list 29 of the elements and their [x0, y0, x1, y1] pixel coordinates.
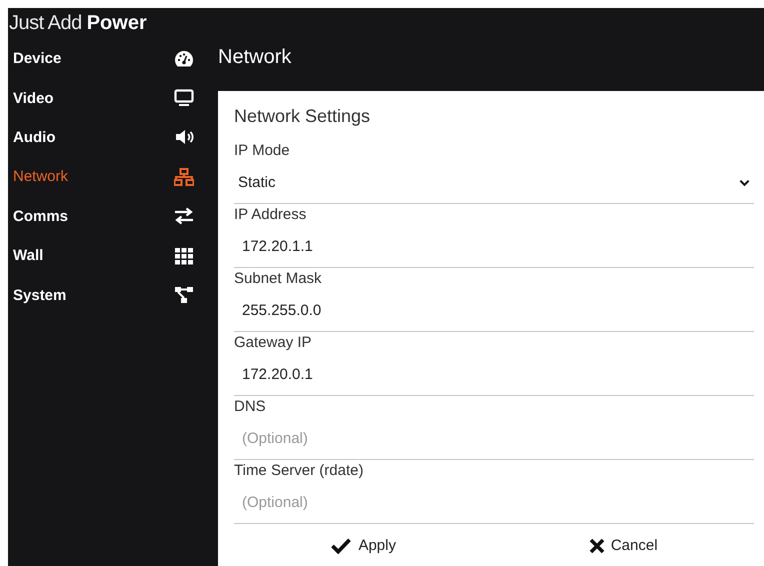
sidebar-item[interactable]: Device: [8, 39, 218, 78]
field-label: Gateway IP: [234, 333, 312, 353]
speaker-icon: [174, 128, 194, 146]
page-title: Network: [218, 45, 292, 70]
close-icon: [588, 538, 605, 554]
sidebar-item[interactable]: Audio: [8, 118, 218, 158]
checkmark-icon: [330, 537, 352, 554]
sidebar-item[interactable]: Network: [8, 157, 218, 197]
cancel-button[interactable]: Cancel: [574, 527, 672, 564]
brand-bold-text: Power: [86, 12, 147, 35]
grid-icon: [174, 246, 194, 265]
sidebar-item[interactable]: Video: [8, 78, 218, 118]
field-label: IP Address: [234, 205, 306, 225]
field-label: IP Mode: [234, 141, 290, 161]
field-label: DNS: [234, 397, 266, 417]
sidebar-item[interactable]: Wall: [8, 236, 218, 276]
sidebar-item[interactable]: Comms: [8, 196, 218, 236]
sitemap-icon: [174, 286, 194, 304]
gauge-icon: [174, 50, 194, 68]
field-label: Subnet Mask: [234, 269, 322, 289]
sidebar-item[interactable]: System: [8, 275, 218, 315]
monitor-icon: [174, 89, 194, 108]
field-label: Time Server (rdate): [234, 461, 364, 481]
swap-arrows-icon: [174, 207, 194, 226]
brand-light-text: Just Add: [9, 12, 82, 35]
network-icon: [174, 168, 194, 186]
card-title: Network Settings: [234, 105, 372, 128]
chevron-down-icon: [739, 178, 750, 186]
apply-button[interactable]: Apply: [316, 527, 410, 564]
